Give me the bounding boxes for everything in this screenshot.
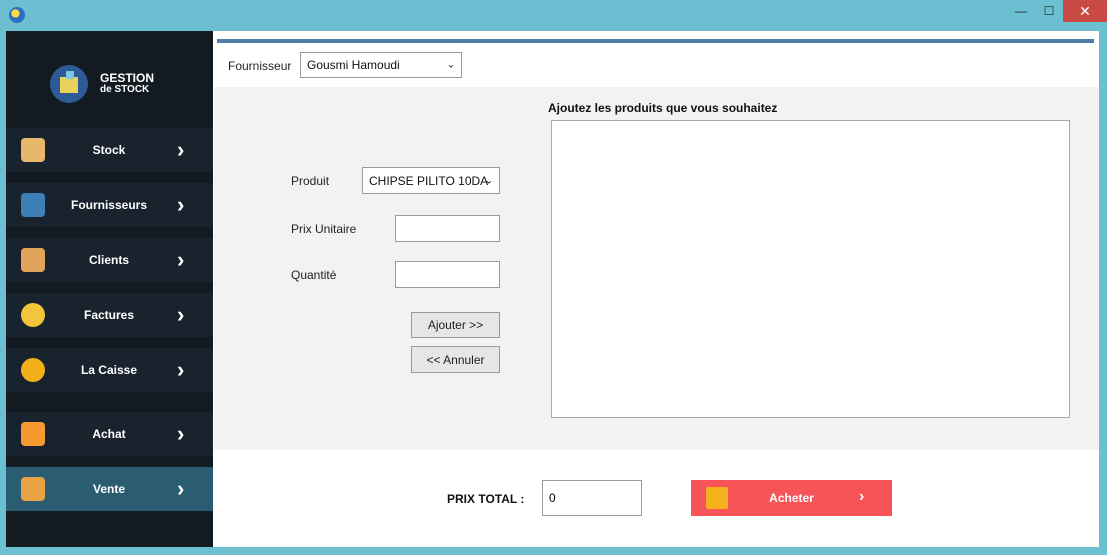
sidebar-item-la-caisse[interactable]: La Caisse ›	[6, 348, 213, 392]
sidebar-item-vente[interactable]: Vente ›	[6, 467, 213, 511]
product-list[interactable]	[551, 120, 1070, 418]
sidebar-item-factures[interactable]: Factures ›	[6, 293, 213, 337]
sidebar-item-label: Vente	[92, 482, 125, 496]
title-bar: — ☐ ✕	[0, 0, 1107, 31]
total-field[interactable]: 0	[542, 480, 642, 516]
invoice-icon	[21, 303, 45, 327]
sidebar-item-label: Clients	[88, 253, 129, 267]
total-label: PRIX TOTAL :	[447, 492, 525, 506]
chevron-down-icon: ⌄	[446, 59, 455, 71]
supplier-label: Fournisseur	[228, 59, 292, 73]
sidebar-item-label: Factures	[83, 308, 135, 322]
logo: GESTION de STOCK	[50, 65, 154, 103]
chevron-right-icon: ›	[177, 476, 185, 501]
buy-button-label: Acheter	[769, 491, 814, 505]
main-panel: Fournisseur Gousmi Hamoudi ⌄ Produit CHI…	[214, 31, 1099, 547]
logo-line-1: GESTION	[100, 71, 155, 85]
sidebar-item-label: Fournisseurs	[70, 198, 148, 212]
sidebar-item-label: Stock	[92, 143, 126, 157]
logo-icon	[50, 65, 88, 103]
chevron-right-icon: ›	[177, 247, 185, 272]
unit-price-input[interactable]	[395, 215, 500, 242]
sidebar-item-fournisseurs[interactable]: Fournisseurs ›	[6, 183, 213, 227]
add-button[interactable]: Ajouter >>	[411, 312, 500, 338]
product-label: Produit	[291, 174, 330, 188]
cancel-button[interactable]: << Annuler	[411, 346, 500, 373]
client-icon	[21, 248, 45, 272]
supplier-select[interactable]: Gousmi Hamoudi ⌄	[300, 52, 462, 78]
shopping-bag-icon	[21, 477, 45, 501]
cart-download-icon	[706, 487, 728, 509]
product-value: CHIPSE PILITO 10DA	[369, 173, 489, 188]
supplier-icon	[21, 193, 45, 217]
boxes-icon	[21, 138, 45, 162]
buy-button[interactable]: Acheter ›	[691, 480, 892, 516]
chevron-down-icon: ⌄	[484, 175, 493, 186]
minimize-button[interactable]: —	[1007, 0, 1035, 22]
maximize-button[interactable]: ☐	[1035, 0, 1063, 22]
product-list-title: Ajoutez les produits que vous souhaitez	[548, 101, 778, 115]
unit-price-label: Prix Unitaire	[291, 222, 357, 236]
app-icon	[9, 7, 25, 23]
close-button[interactable]: ✕	[1063, 0, 1107, 22]
chevron-right-icon: ›	[177, 357, 185, 382]
coin-icon	[21, 358, 45, 382]
chevron-right-icon: ›	[177, 137, 185, 162]
sidebar-item-clients[interactable]: Clients ›	[6, 238, 213, 282]
sidebar-item-label: Achat	[92, 427, 126, 441]
sidebar-item-stock[interactable]: Stock ›	[6, 128, 213, 172]
chevron-right-icon: ›	[177, 192, 185, 217]
sidebar: GESTION de STOCK Stock › Fournisseurs › …	[6, 31, 213, 547]
logo-line-2: de STOCK	[100, 84, 150, 95]
top-accent-bar	[217, 39, 1094, 43]
purchase-form: Produit CHIPSE PILITO 10DA ⌄ Prix Unitai…	[214, 87, 1099, 450]
chevron-right-icon: ›	[859, 488, 865, 505]
quantity-label: Quantité	[291, 268, 337, 282]
cart-icon	[21, 422, 45, 446]
app-window: GESTION de STOCK Stock › Fournisseurs › …	[6, 31, 1099, 547]
quantity-input[interactable]	[395, 261, 500, 288]
product-select[interactable]: CHIPSE PILITO 10DA ⌄	[362, 167, 500, 194]
supplier-value: Gousmi Hamoudi	[307, 58, 400, 72]
chevron-right-icon: ›	[177, 421, 185, 446]
sidebar-item-achat[interactable]: Achat ›	[6, 412, 213, 456]
sidebar-item-label: La Caisse	[80, 363, 138, 377]
chevron-right-icon: ›	[177, 302, 185, 327]
